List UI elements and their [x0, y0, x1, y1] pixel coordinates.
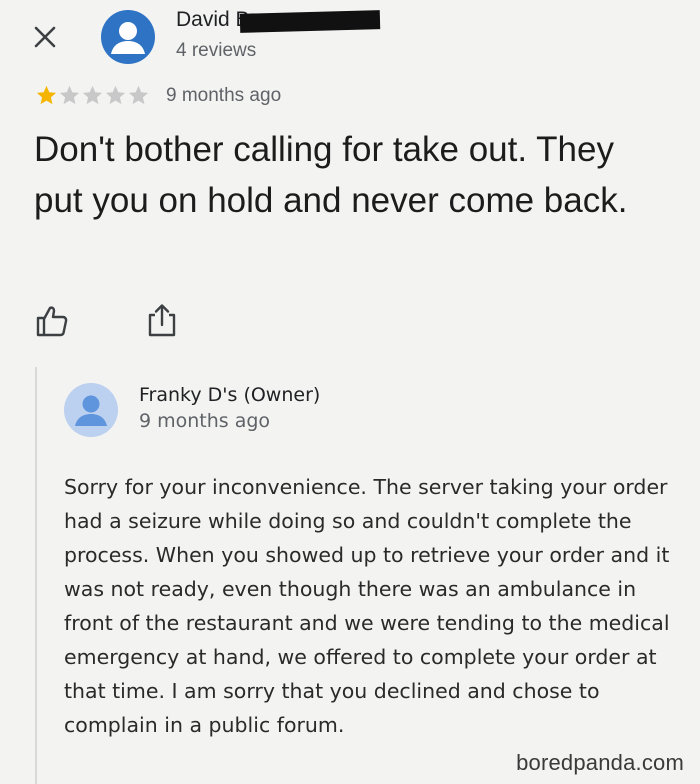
- person-icon: [111, 22, 145, 54]
- like-button[interactable]: [35, 304, 69, 338]
- star-empty-icon: [59, 85, 80, 105]
- person-icon: [75, 395, 107, 426]
- reviewer-name[interactable]: David B: [176, 8, 250, 32]
- review-count: 4 reviews: [176, 40, 257, 61]
- review-text: Don't bother calling for take out. They …: [34, 130, 628, 220]
- star-filled-icon: [36, 85, 57, 105]
- share-button[interactable]: [145, 302, 179, 338]
- owner-name: Franky D's (Owner): [139, 384, 321, 406]
- star-rating: [35, 84, 150, 107]
- owner-reply-time: 9 months ago: [139, 410, 271, 432]
- owner-reply-text: Sorry for your inconvenience. The server…: [64, 475, 670, 737]
- review-time: 9 months ago: [166, 85, 282, 106]
- watermark: boredpanda.com: [516, 750, 684, 775]
- star-empty-icon: [128, 85, 149, 105]
- redaction-bar: [239, 10, 381, 33]
- owner-avatar[interactable]: [64, 383, 118, 437]
- thumbs-up-icon: [36, 306, 68, 337]
- reply-divider: [35, 367, 37, 784]
- close-icon: [34, 26, 56, 48]
- star-empty-icon: [82, 85, 103, 105]
- close-button[interactable]: [30, 22, 60, 52]
- share-icon: [148, 304, 176, 337]
- reviewer-avatar[interactable]: [101, 10, 155, 64]
- star-empty-icon: [105, 85, 126, 105]
